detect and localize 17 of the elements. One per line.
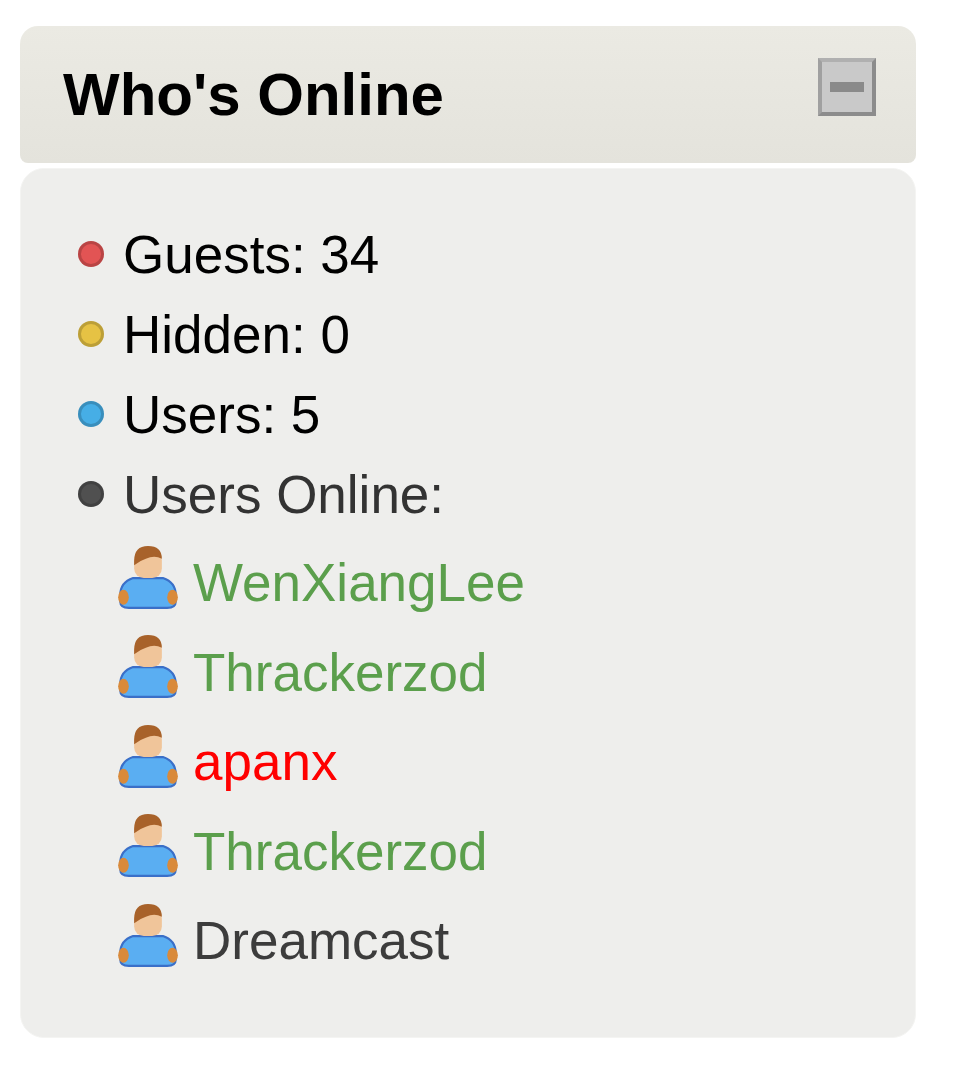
stat-text: Hidden: 0 <box>123 303 350 365</box>
user-icon <box>118 723 178 788</box>
panel-title: Who's Online <box>63 60 444 129</box>
username-link[interactable]: Thrackerzod <box>193 820 488 882</box>
username-link[interactable]: apanx <box>193 731 338 793</box>
collapse-button[interactable] <box>818 58 876 116</box>
stat-text: Users: 5 <box>123 383 321 445</box>
user-icon <box>118 902 178 967</box>
users-online-label: Users Online: <box>123 463 445 525</box>
username-link[interactable]: WenXiangLee <box>193 552 525 614</box>
username-link[interactable]: Thrackerzod <box>193 641 488 703</box>
user-icon <box>118 813 178 878</box>
minus-icon <box>830 82 864 92</box>
user-icon <box>118 634 178 699</box>
stat-text: Guests: 34 <box>123 223 380 285</box>
username-link[interactable]: Dreamcast <box>193 910 450 972</box>
user-icon <box>118 544 178 609</box>
